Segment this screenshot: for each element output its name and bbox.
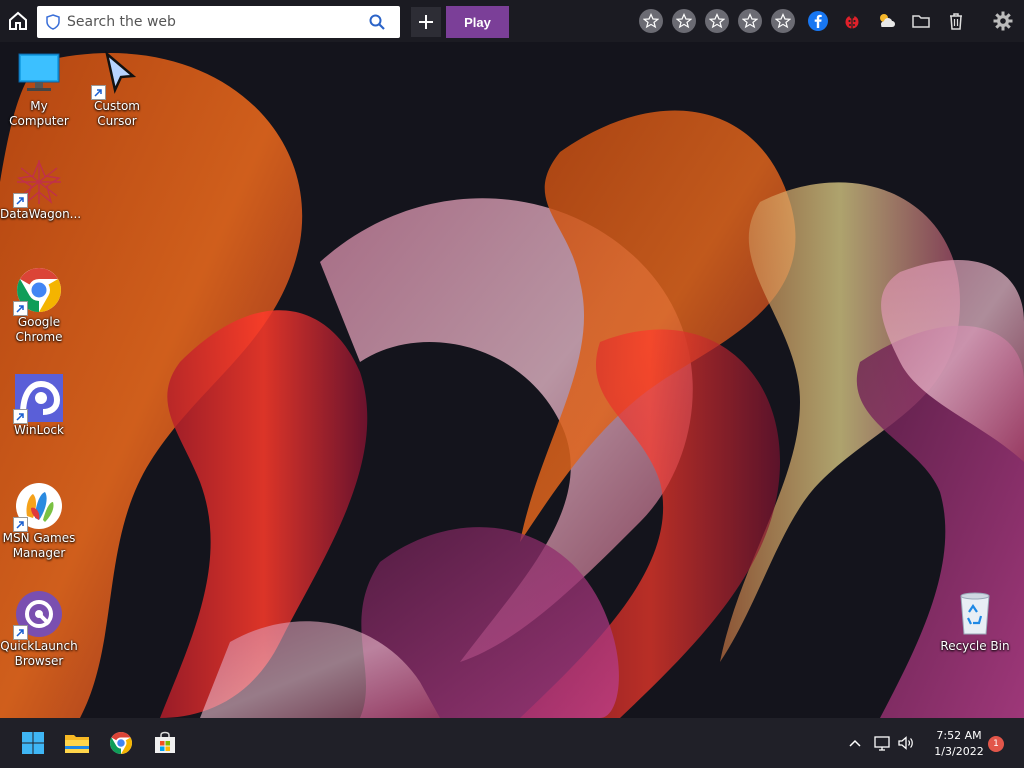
desktop-icon-label: Google Chrome	[15, 315, 63, 344]
play-button[interactable]: Play	[446, 6, 509, 38]
desktop-icon-winlock[interactable]: WinLock	[0, 374, 78, 438]
file-explorer-icon[interactable]	[62, 728, 92, 758]
star-icon[interactable]	[771, 9, 795, 33]
shortcut-arrow-icon	[13, 301, 28, 316]
weather-icon[interactable]	[874, 9, 898, 33]
desktop-icon-msn-games-manager[interactable]: MSN Games Manager	[0, 482, 78, 561]
desktop-icon-datawagon[interactable]: DataWagon...	[0, 158, 82, 222]
volume-icon[interactable]	[896, 733, 916, 753]
star-icon[interactable]	[639, 9, 663, 33]
search-input[interactable]	[65, 13, 359, 31]
ladybug-icon[interactable]	[840, 9, 864, 33]
shortcut-arrow-icon	[91, 85, 106, 100]
desktop-icon-label: DataWagon...	[0, 207, 82, 221]
chrome-icon[interactable]	[106, 728, 136, 758]
monitor-icon	[18, 53, 60, 91]
system-clock[interactable]: 7:52 AM 1/3/2022	[924, 728, 994, 760]
start-icon[interactable]	[18, 728, 48, 758]
desktop-icon-label: MSN Games Manager	[2, 531, 76, 560]
chevron-up-icon[interactable]	[845, 733, 865, 753]
home-icon[interactable]	[6, 9, 30, 33]
star-icon[interactable]	[705, 9, 729, 33]
add-button[interactable]	[411, 7, 441, 37]
recycle-bin-icon	[960, 592, 990, 635]
browser-toolbar: Play	[0, 0, 1024, 42]
plus-icon	[419, 15, 433, 29]
taskbar: 7:52 AM 1/3/2022 1	[0, 718, 1024, 768]
facebook-icon[interactable]	[806, 9, 830, 33]
settings-icon[interactable]	[991, 9, 1015, 33]
search-icon[interactable]	[368, 13, 386, 31]
star-icon[interactable]	[672, 9, 696, 33]
desktop-icon-my-computer[interactable]: My Computer	[0, 50, 78, 129]
desktop-icon-label: WinLock	[14, 423, 64, 437]
shortcut-arrow-icon	[13, 193, 28, 208]
desktop-icon-recycle-bin[interactable]: Recycle Bin	[936, 590, 1014, 654]
desktop-icon-label: Custom Cursor	[94, 99, 140, 128]
notification-badge[interactable]: 1	[988, 736, 1004, 752]
star-icon[interactable]	[738, 9, 762, 33]
desktop-icon-label: My Computer	[9, 99, 69, 128]
shield-icon	[46, 14, 60, 30]
desktop-icon-label: QuickLaunch Browser	[0, 639, 78, 668]
desktop-icon-label: Recycle Bin	[940, 639, 1010, 653]
shortcut-arrow-icon	[13, 625, 28, 640]
shortcut-arrow-icon	[13, 517, 28, 532]
shortcut-arrow-icon	[13, 409, 28, 424]
desktop-icon-custom-cursor[interactable]: Custom Cursor	[78, 50, 156, 129]
desktop-icon-quicklaunch-browser[interactable]: QuickLaunch Browser	[0, 590, 78, 669]
desktop-wallpaper	[0, 42, 1024, 718]
trash-icon[interactable]	[944, 9, 968, 33]
store-icon[interactable]	[150, 728, 180, 758]
clock-date: 1/3/2022	[934, 745, 984, 758]
folder-icon[interactable]	[909, 9, 933, 33]
desktop-icon-google-chrome[interactable]: Google Chrome	[0, 266, 78, 345]
search-box	[37, 6, 400, 38]
network-icon[interactable]	[872, 733, 892, 753]
clock-time: 7:52 AM	[936, 729, 982, 742]
